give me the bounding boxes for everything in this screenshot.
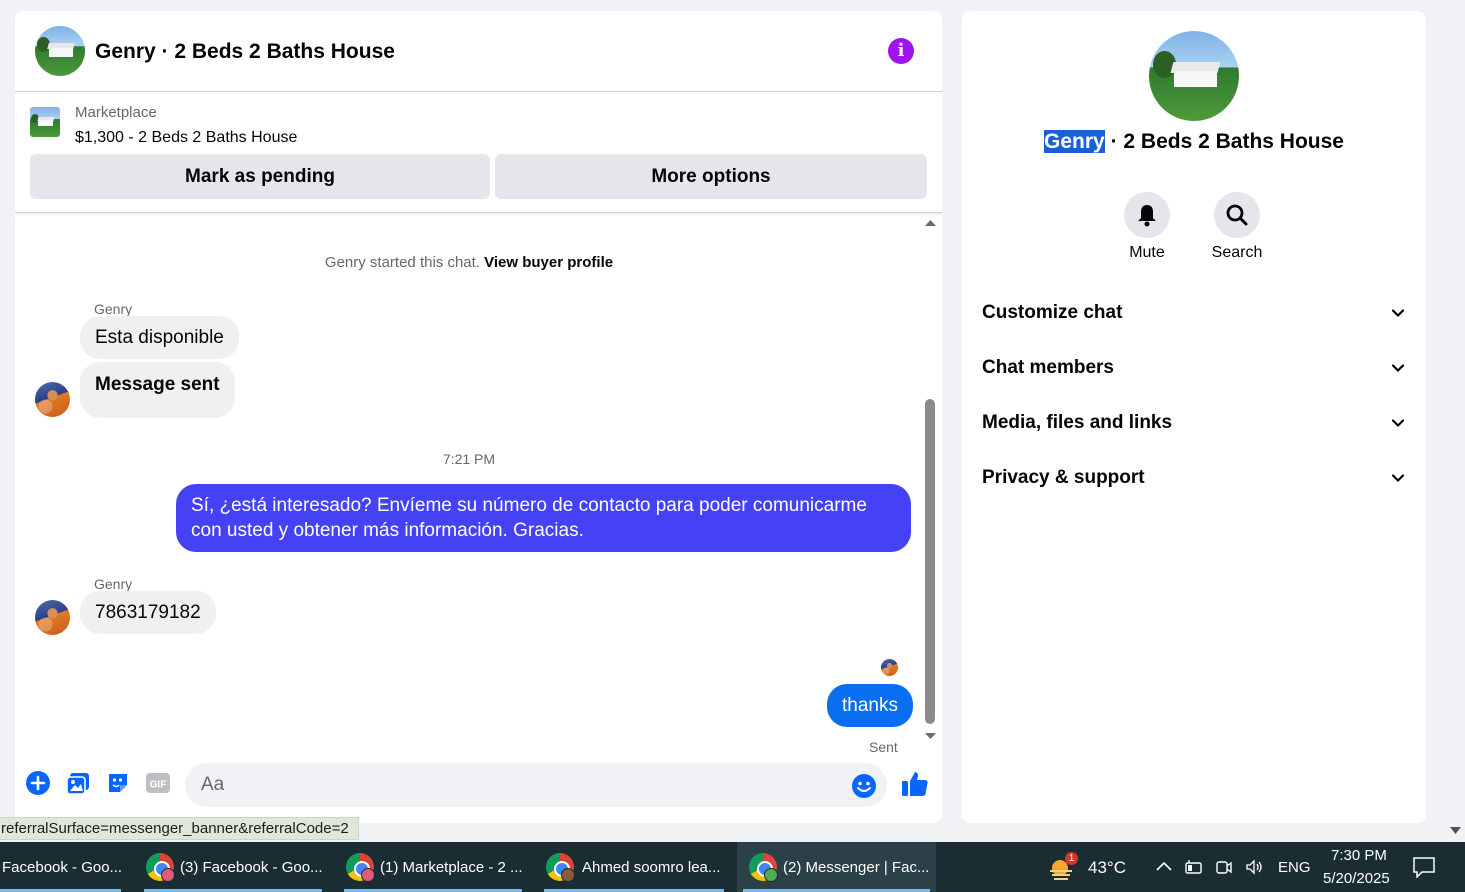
taskbar-item[interactable]: Ahmed soomro lea...	[538, 842, 730, 892]
temperature[interactable]: 43°C	[1088, 858, 1126, 878]
timestamp-separator: 7:21 PM	[442, 451, 496, 467]
plus-circle-icon[interactable]	[25, 770, 51, 796]
sticker-icon[interactable]	[105, 770, 131, 796]
bell-icon	[1138, 205, 1156, 227]
chat-header: Genry · 2 Beds 2 Baths House i	[15, 11, 942, 92]
chrome-icon	[546, 853, 575, 882]
listing-thumbnail[interactable]	[30, 107, 60, 137]
taskbar-item[interactable]: (3) Facebook - Goo...	[138, 842, 328, 892]
more-options-button[interactable]: More options	[495, 154, 927, 199]
chat-started-note: Genry started this chat. View buyer prof…	[15, 254, 923, 271]
status-bar-url: referralSurface=messenger_banner&referra…	[0, 817, 359, 840]
taskbar-item-active[interactable]: (2) Messenger | Fac...	[737, 842, 936, 892]
chat-started-text: Genry started this chat.	[324, 254, 480, 271]
clock-date[interactable]: 5/20/2025	[1323, 870, 1390, 887]
chrome-icon	[146, 853, 175, 882]
message-status: Sent	[869, 739, 898, 755]
section-privacy-support[interactable]: Privacy & support	[982, 458, 1406, 498]
weather-icon[interactable]: 1	[1046, 852, 1078, 881]
section-chat-members[interactable]: Chat members	[982, 348, 1406, 388]
details-title: Genry · 2 Beds 2 Baths House	[962, 130, 1426, 154]
section-label: Privacy & support	[982, 467, 1145, 488]
language-indicator[interactable]: ENG	[1278, 859, 1311, 876]
section-media-files-links[interactable]: Media, files and links	[982, 403, 1406, 443]
sender-name: Genry	[94, 301, 133, 317]
chevron-down-icon	[1392, 364, 1404, 373]
thumbs-up-icon[interactable]	[900, 769, 930, 799]
details-avatar[interactable]	[1149, 31, 1239, 121]
search-label: Search	[1211, 244, 1263, 261]
taskbar-item-label: (2) Messenger | Fac...	[783, 859, 930, 876]
page-scrollbar[interactable]	[1446, 0, 1465, 840]
taskbar-item-label: (1) Marketplace - 2 ...	[380, 859, 523, 876]
details-name-rest: · 2 Beds 2 Baths House	[1104, 130, 1344, 153]
sender-name: Genry	[94, 576, 133, 592]
taskbar-item[interactable]: (1) Marketplace - 2 ...	[338, 842, 528, 892]
thread-scrollbar[interactable]	[923, 216, 938, 746]
sender-avatar[interactable]	[35, 600, 70, 635]
seen-by-avatar	[881, 659, 898, 676]
mute-label: Mute	[1129, 244, 1165, 261]
details-name-highlight: Genry	[1044, 130, 1105, 153]
section-customize-chat[interactable]: Customize chat	[982, 293, 1406, 333]
listing-source: Marketplace	[75, 104, 157, 121]
sender-avatar[interactable]	[35, 382, 70, 417]
taskbar: Facebook - Goo... (3) Facebook - Goo... …	[0, 842, 1465, 892]
message-composer: GIF	[15, 756, 942, 823]
incoming-message[interactable]: 7863179182	[80, 591, 216, 634]
search-icon	[1226, 204, 1248, 226]
listing-title[interactable]: $1,300 - 2 Beds 2 Baths House	[75, 129, 297, 147]
weather-badge: 1	[1065, 852, 1078, 865]
mute-button[interactable]	[1124, 192, 1170, 238]
outgoing-message[interactable]: thanks	[827, 684, 913, 727]
page-scroll-down-arrow[interactable]	[1449, 826, 1462, 835]
message-sent-notice[interactable]: Message sent	[80, 362, 235, 418]
scrollbar-thumb[interactable]	[925, 399, 935, 724]
message-input[interactable]	[185, 763, 887, 807]
conversation-title[interactable]: Genry · 2 Beds 2 Baths House	[95, 40, 395, 64]
battery-icon[interactable]	[1184, 857, 1204, 877]
chat-panel: Genry · 2 Beds 2 Baths House i Marketpla…	[15, 11, 942, 823]
chevron-down-icon	[1392, 419, 1404, 428]
incoming-message[interactable]: Esta disponible	[80, 316, 239, 359]
taskbar-item[interactable]: Facebook - Goo...	[0, 842, 127, 892]
conversation-avatar[interactable]	[35, 26, 85, 76]
section-label: Media, files and links	[982, 412, 1173, 433]
scroll-down-arrow[interactable]	[923, 731, 938, 741]
mark-as-pending-button[interactable]: Mark as pending	[30, 154, 490, 199]
meet-now-icon[interactable]	[1214, 857, 1234, 877]
section-label: Chat members	[982, 357, 1114, 378]
marketplace-listing-banner: Marketplace $1,300 - 2 Beds 2 Baths Hous…	[15, 93, 942, 213]
chevron-up-icon[interactable]	[1154, 857, 1174, 877]
chevron-down-icon	[1392, 309, 1404, 318]
outgoing-message[interactable]: Sí, ¿está interesado? Envíeme su número …	[176, 484, 911, 552]
volume-icon[interactable]	[1244, 857, 1264, 877]
clock-time[interactable]: 7:30 PM	[1331, 847, 1387, 864]
conversation-details-panel: Genry · 2 Beds 2 Baths House Mute Search…	[962, 11, 1426, 823]
search-button[interactable]	[1214, 192, 1260, 238]
gif-icon[interactable]: GIF	[145, 770, 171, 796]
chrome-icon	[749, 853, 778, 882]
emoji-icon[interactable]	[851, 773, 877, 799]
chrome-icon	[346, 853, 375, 882]
section-label: Customize chat	[982, 302, 1123, 323]
info-icon[interactable]: i	[888, 38, 914, 64]
view-buyer-profile-link[interactable]: View buyer profile	[484, 254, 613, 271]
scroll-up-arrow[interactable]	[923, 218, 938, 228]
taskbar-item-label: Facebook - Goo...	[2, 859, 123, 876]
photo-icon[interactable]	[65, 770, 91, 796]
taskbar-item-label: (3) Facebook - Goo...	[180, 859, 323, 876]
taskbar-item-label: Ahmed soomro lea...	[582, 859, 721, 876]
svg-text:GIF: GIF	[150, 780, 167, 791]
notification-center-icon[interactable]	[1412, 856, 1436, 878]
message-thread: Genry started this chat. View buyer prof…	[15, 216, 942, 756]
chevron-down-icon	[1392, 474, 1404, 483]
